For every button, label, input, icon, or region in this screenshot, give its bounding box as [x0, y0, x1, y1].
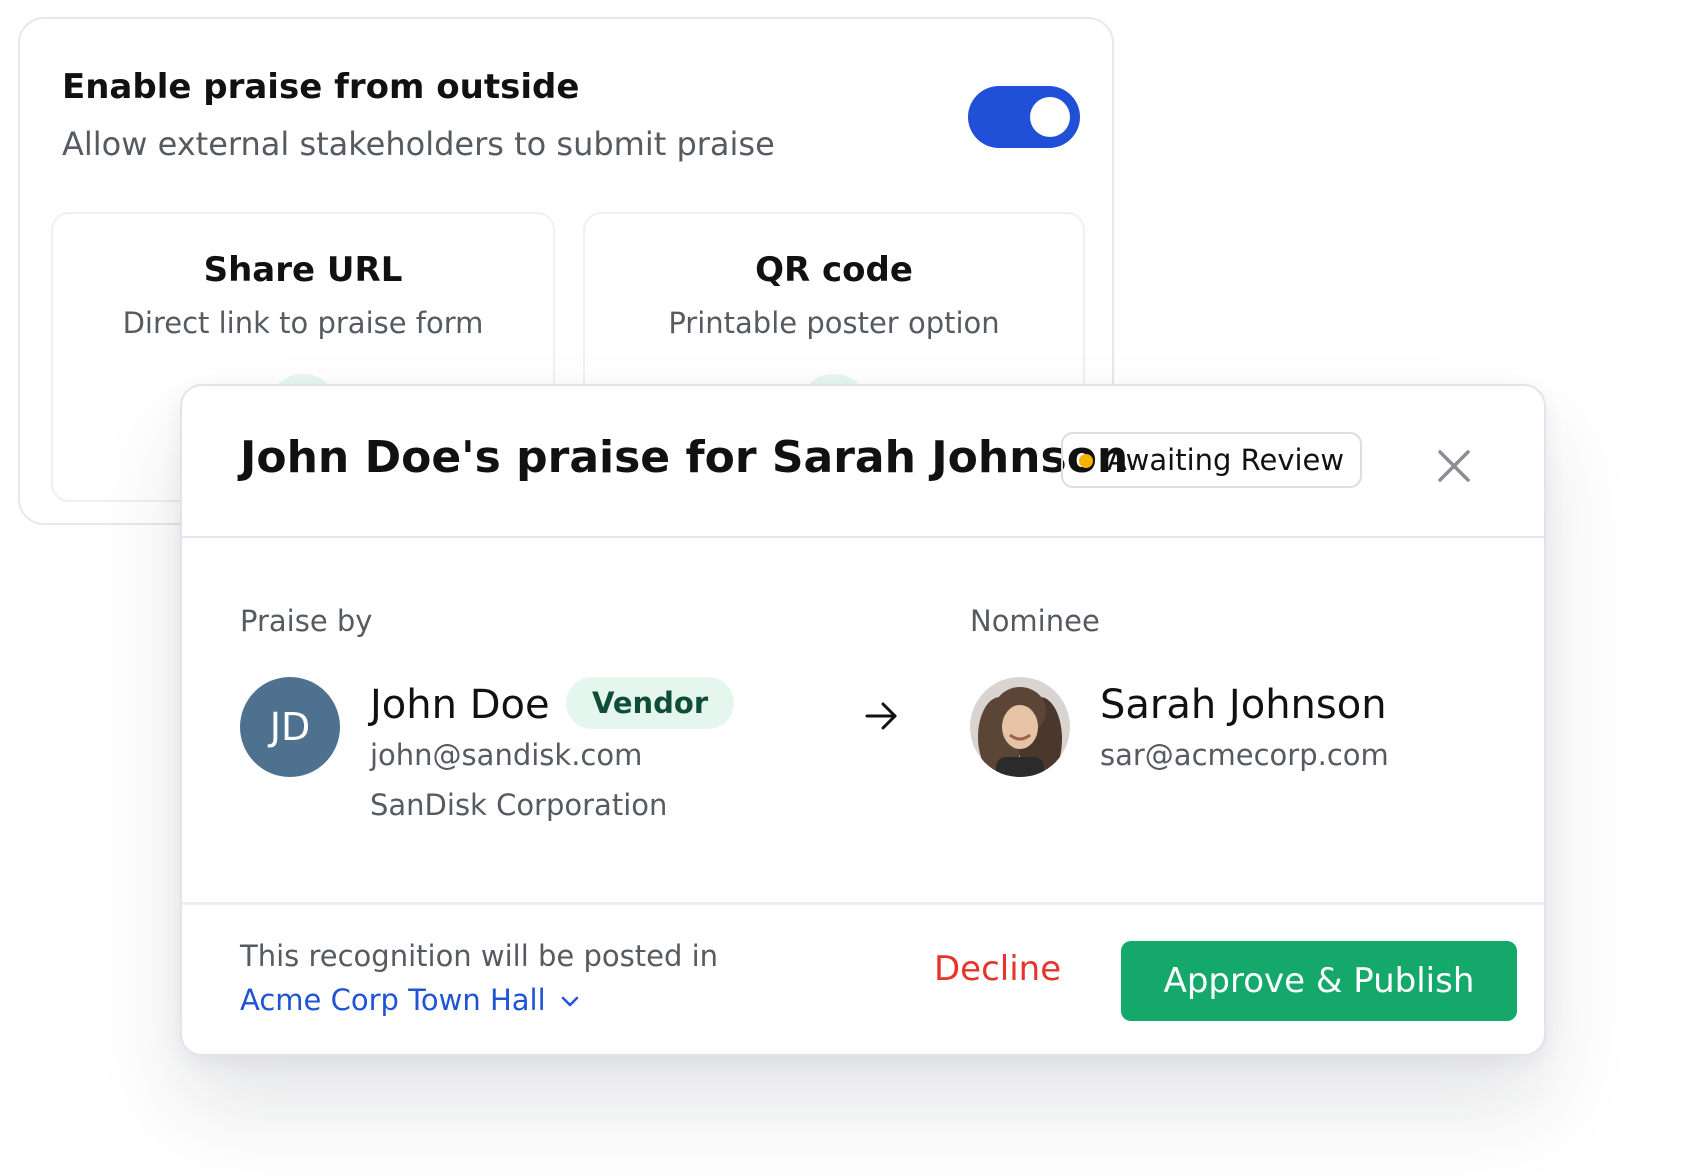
stage: Enable praise from outside Allow externa… [0, 0, 1686, 1176]
decline-button[interactable]: Decline [934, 949, 1061, 989]
giver-email: john@sandisk.com [370, 738, 643, 772]
status-badge: Awaiting Review [1061, 432, 1363, 488]
praise-by-label: Praise by [240, 604, 373, 638]
giver-name: John Doe [370, 682, 550, 728]
praise-review-modal: John Doe's praise for Sarah Johnson Awai… [180, 384, 1546, 1056]
photo-avatar-icon [970, 677, 1070, 777]
nominee-name: Sarah Johnson [1100, 682, 1387, 728]
close-button[interactable] [1434, 446, 1474, 486]
option-description: Printable poster option [668, 306, 1000, 340]
option-title: Share URL [203, 250, 403, 290]
close-icon [1438, 450, 1470, 482]
option-description: Direct link to praise form [122, 306, 484, 340]
nominee-email: sar@acmecorp.com [1100, 738, 1389, 772]
status-text: Awaiting Review [1107, 443, 1345, 477]
nominee-label: Nominee [970, 604, 1100, 638]
modal-title: John Doe's praise for Sarah Johnson [240, 432, 1129, 483]
giver-company: SanDisk Corporation [370, 788, 668, 822]
modal-footer: This recognition will be posted in Acme … [182, 902, 1544, 1054]
channel-selector[interactable]: Acme Corp Town Hall [240, 983, 580, 1017]
option-title: QR code [755, 250, 913, 290]
nominee-avatar [970, 677, 1070, 777]
posting-note: This recognition will be posted in [240, 939, 719, 973]
arrow-right-icon [865, 702, 897, 730]
toggle-knob [1030, 97, 1070, 137]
avatar: JD [240, 677, 340, 777]
channel-name: Acme Corp Town Hall [240, 983, 546, 1017]
settings-description: Allow external stakeholders to submit pr… [62, 125, 775, 163]
status-dot-icon [1079, 454, 1093, 468]
modal-header: John Doe's praise for Sarah Johnson Awai… [182, 386, 1544, 538]
enable-external-praise-toggle[interactable] [968, 86, 1080, 148]
vendor-badge: Vendor [566, 677, 735, 729]
approve-publish-button[interactable]: Approve & Publish [1121, 941, 1517, 1021]
settings-title: Enable praise from outside [62, 67, 580, 107]
chevron-down-icon [561, 996, 578, 1007]
